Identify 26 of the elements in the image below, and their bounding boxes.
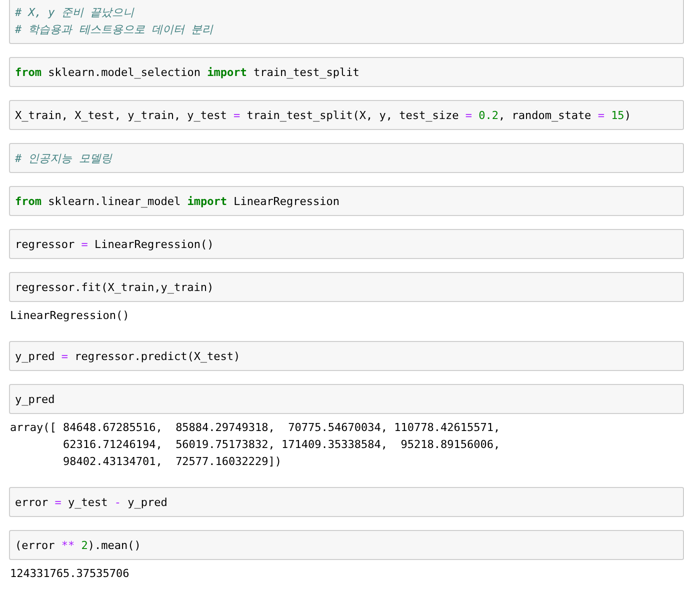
code-line: regressor.fit(X_train,y_train) (15, 280, 214, 296)
code-cell[interactable]: regressor = LinearRegression() (9, 229, 684, 259)
code-cell[interactable]: from sklearn.linear_model import LinearRegression (9, 186, 684, 216)
code-line: # X, y 준비 끝났으니 (15, 5, 134, 21)
code-cell[interactable]: y_pred = regressor.predict(X_test) (9, 341, 684, 371)
code-line: (error ** 2).mean() (15, 538, 141, 554)
output-text: array([ 84648.67285516, 85884.29749318, 70775.54670034, 110778.42615571, 62316.71246194, 56019.75173832, 171409.35338584, 95218.89156006, 98402.43134701, 72577.16032229]) (10, 420, 500, 470)
code-line: # 학습용과 테스트용으로 데이터 분리 (15, 22, 214, 38)
code-cell[interactable]: regressor.fit(X_train,y_train) (9, 272, 684, 302)
code-line: # 인공지능 모델링 (15, 151, 112, 167)
code-line: y_pred (15, 392, 55, 408)
output-text: 124331765.37535706 (10, 566, 130, 582)
code-line: error = y_test - y_pred (15, 495, 168, 511)
code-line: y_pred = regressor.predict(X_test) (15, 349, 240, 365)
code-line: X_train, X_test, y_train, y_test = train_test_split(X, y, test_size = 0.2, random_state = 15) (15, 108, 631, 124)
code-cell[interactable]: X_train, X_test, y_train, y_test = train_test_split(X, y, test_size = 0.2, random_state = 15) (9, 100, 684, 130)
code-cell[interactable]: (error ** 2).mean() (9, 530, 684, 560)
code-line: from sklearn.model_selection import train_test_split (15, 65, 360, 81)
code-cell[interactable]: y_pred (9, 384, 684, 414)
code-cell[interactable]: # 인공지능 모델링 (9, 143, 684, 173)
output-text: LinearRegression() (10, 308, 130, 324)
code-cell[interactable]: error = y_test - y_pred (9, 487, 684, 517)
code-line: from sklearn.linear_model import LinearRegression (15, 194, 340, 210)
code-line: regressor = LinearRegression() (15, 237, 214, 253)
code-cell[interactable]: from sklearn.model_selection import train_test_split (9, 57, 684, 87)
code-cell[interactable]: # X, y 준비 끝났으니 # 학습용과 테스트용으로 데이터 분리 (9, 0, 684, 44)
